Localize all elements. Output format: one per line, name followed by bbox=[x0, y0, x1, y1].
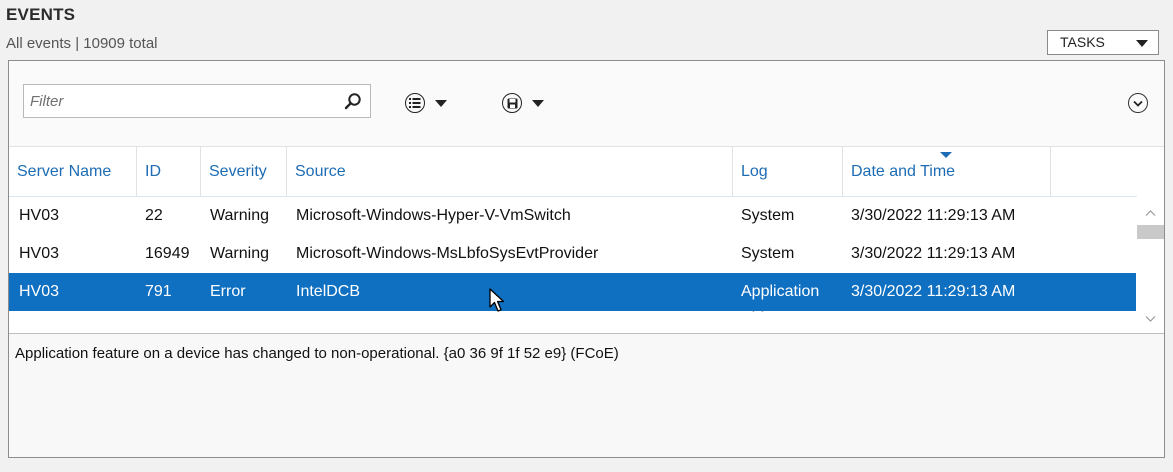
cell-id: 16949 bbox=[145, 245, 190, 262]
cell-server: HV03 bbox=[19, 311, 59, 323]
filter-box bbox=[23, 84, 371, 118]
sort-descending-icon bbox=[940, 152, 952, 158]
expand-icon[interactable] bbox=[1128, 93, 1148, 113]
cell-severity: Warning bbox=[210, 207, 269, 224]
cell-log: System bbox=[741, 245, 795, 262]
cell-source: SPMSVC bbox=[296, 311, 364, 323]
cell-datetime: 3/30/2022 11:28:00 AM bbox=[851, 311, 1015, 323]
cell-server: HV03 bbox=[19, 245, 60, 262]
cell-id: 791 bbox=[145, 283, 172, 300]
chevron-down-icon[interactable] bbox=[1145, 315, 1156, 323]
cell-id: 22 bbox=[145, 207, 163, 224]
filter-input[interactable] bbox=[24, 85, 334, 117]
save-icon bbox=[502, 93, 522, 113]
cell-server: HV03 bbox=[19, 207, 60, 224]
chevron-up-icon[interactable] bbox=[1145, 209, 1156, 217]
column-log[interactable]: Log bbox=[733, 147, 843, 197]
cell-server: HV03 bbox=[19, 283, 60, 300]
tasks-button[interactable]: TASKS bbox=[1047, 30, 1159, 55]
cell-severity: Error bbox=[210, 311, 246, 323]
events-toolbar bbox=[9, 61, 1164, 147]
scrollbar-thumb[interactable] bbox=[1137, 225, 1164, 239]
column-severity[interactable]: Severity bbox=[201, 147, 287, 197]
events-panel: Server Name ID Severity Source Log Date … bbox=[8, 60, 1165, 458]
cell-datetime: 3/30/2022 11:29:13 AM bbox=[851, 207, 1016, 224]
tasks-button-label: TASKS bbox=[1060, 34, 1105, 50]
list-view-button[interactable] bbox=[405, 92, 447, 114]
cell-source: Microsoft-Windows-MsLbfoSysEvtProvider bbox=[296, 245, 599, 262]
table-row[interactable]: HV03 22 Warning Microsoft-Windows-Hyper-… bbox=[9, 197, 1136, 235]
chevron-down-icon bbox=[435, 99, 447, 107]
mouse-cursor-icon bbox=[489, 288, 505, 312]
cell-severity: Warning bbox=[210, 245, 269, 262]
cell-source: Microsoft-Windows-Hyper-V-VmSwitch bbox=[296, 207, 571, 224]
list-view-icon bbox=[405, 93, 425, 113]
grid-header: Server Name ID Severity Source Log Date … bbox=[9, 147, 1137, 197]
grid-scrollbar[interactable] bbox=[1137, 197, 1164, 333]
chevron-down-icon bbox=[532, 99, 544, 107]
cell-log: Application bbox=[741, 283, 820, 300]
cell-log: Application bbox=[741, 311, 819, 323]
event-detail-text: Application feature on a device has chan… bbox=[15, 345, 619, 362]
events-title: EVENTS bbox=[6, 5, 76, 24]
column-server-name[interactable]: Server Name bbox=[9, 147, 137, 197]
events-subtitle: All events | 10909 total bbox=[6, 35, 158, 52]
cell-id: 8197 bbox=[145, 311, 181, 323]
table-row-selected[interactable]: HV03 791 Error IntelDCB Application 3/30… bbox=[9, 273, 1136, 311]
cell-datetime: 3/30/2022 11:29:13 AM bbox=[851, 283, 1016, 300]
cell-log: System bbox=[741, 207, 795, 224]
column-source[interactable]: Source bbox=[287, 147, 733, 197]
table-row[interactable]: HV03 16949 Warning Microsoft-Windows-MsL… bbox=[9, 235, 1136, 273]
chevron-down-icon bbox=[1136, 40, 1148, 47]
cell-severity: Error bbox=[210, 283, 246, 300]
column-id[interactable]: ID bbox=[137, 147, 201, 197]
save-query-button[interactable] bbox=[502, 92, 544, 114]
search-icon[interactable] bbox=[344, 92, 362, 110]
event-detail-pane: Application feature on a device has chan… bbox=[9, 333, 1164, 457]
cell-source: IntelDCB bbox=[296, 283, 361, 300]
events-grid: Server Name ID Severity Source Log Date … bbox=[9, 147, 1164, 333]
table-row[interactable]: HV03 8197 Error SPMSVC Application 3/30/… bbox=[9, 311, 1136, 325]
cell-datetime: 3/30/2022 11:29:13 AM bbox=[851, 245, 1016, 262]
